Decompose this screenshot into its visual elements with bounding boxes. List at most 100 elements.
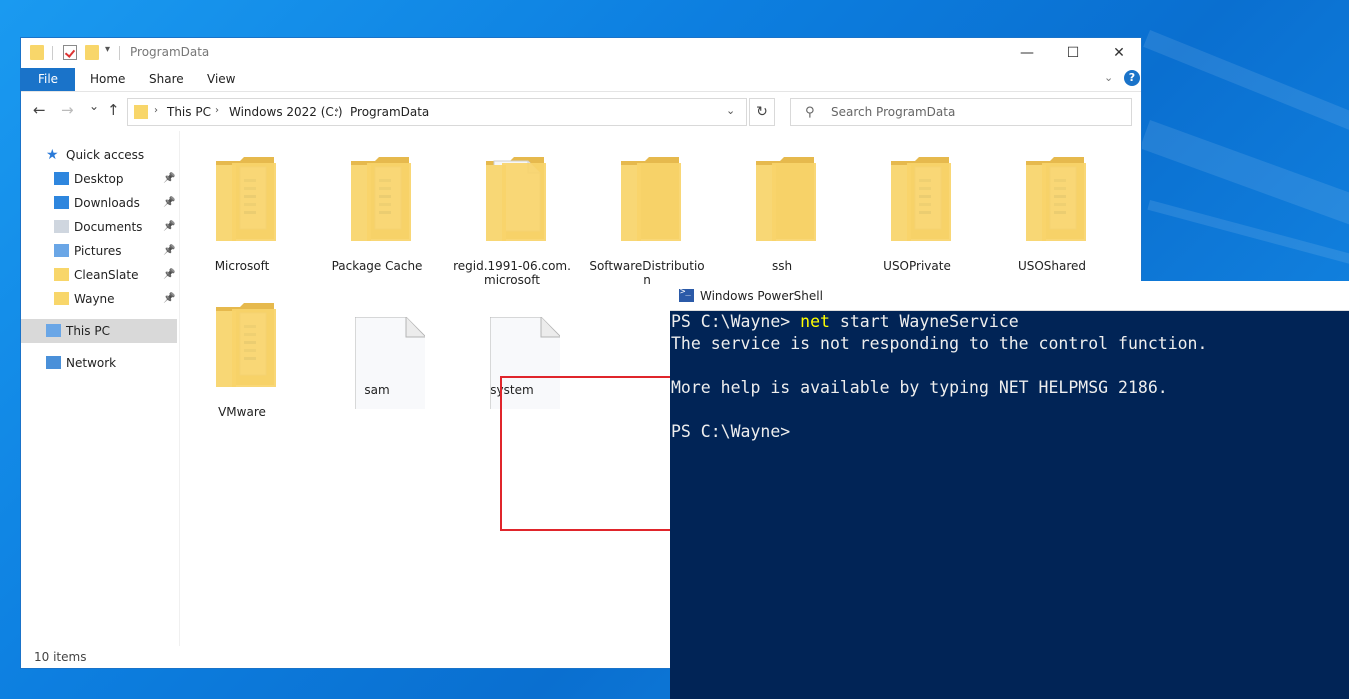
folder-icon: [754, 153, 824, 245]
sidebar-item-label: CleanSlate: [74, 268, 139, 282]
tab-view[interactable]: View: [207, 68, 235, 91]
folder-icon: [134, 105, 148, 119]
documents-icon: [54, 220, 69, 233]
sidebar-item-downloads[interactable]: Downloads 📌: [21, 191, 177, 215]
back-arrow-icon[interactable]: ←: [33, 101, 46, 119]
sidebar-item-documents[interactable]: Documents 📌: [21, 215, 177, 239]
command-name: net: [800, 312, 830, 331]
sidebar-item-pictures[interactable]: Pictures 📌: [21, 239, 177, 263]
console-prompt-line: PS C:\Wayne>: [671, 422, 791, 441]
folder-item[interactable]: USOShared: [986, 131, 1118, 273]
item-label: USOShared: [1017, 259, 1087, 273]
search-icon: ⚲: [805, 105, 815, 120]
window-title: ProgramData: [130, 45, 210, 59]
folder-icon: [54, 292, 69, 305]
sidebar-item-cleanslate[interactable]: CleanSlate 📌: [21, 263, 177, 287]
folder-item[interactable]: Package Cache: [311, 131, 443, 273]
refresh-button[interactable]: ↻: [749, 98, 775, 126]
sidebar-item-network[interactable]: Network: [21, 351, 177, 375]
star-icon: ★: [46, 147, 59, 163]
prompt: PS C:\Wayne>: [671, 312, 801, 331]
folder-item[interactable]: SoftwareDistributio n: [581, 131, 713, 287]
folder-item[interactable]: Microsoft: [176, 131, 308, 273]
sidebar-item-desktop[interactable]: Desktop 📌: [21, 167, 177, 191]
new-folder-icon[interactable]: [85, 45, 99, 60]
address-bar[interactable]: › This PC › Windows 2022 (C:) › ProgramD…: [127, 98, 747, 126]
minimize-button[interactable]: —: [1004, 38, 1050, 68]
sidebar-item-quick-access[interactable]: ★ Quick access: [21, 143, 177, 167]
powershell-window: Windows PowerShell PS C:\Wayne> net star…: [670, 281, 1349, 699]
pictures-icon: [54, 244, 69, 257]
search-input[interactable]: Search ProgramData: [831, 105, 955, 119]
tab-home[interactable]: Home: [90, 68, 125, 91]
sidebar-item-this-pc[interactable]: This PC: [21, 319, 177, 343]
breadcrumb-drive[interactable]: Windows 2022 (C:): [229, 105, 343, 119]
sidebar-item-wayne[interactable]: Wayne 📌: [21, 287, 177, 311]
breadcrumb-programdata[interactable]: ProgramData: [350, 105, 429, 119]
search-box[interactable]: ⚲ Search ProgramData: [790, 98, 1132, 126]
folder-icon: [54, 268, 69, 281]
pin-icon: 📌: [163, 269, 176, 280]
pin-icon: 📌: [163, 197, 176, 208]
item-count: 10 items: [34, 650, 87, 664]
download-icon: [54, 196, 69, 209]
properties-icon[interactable]: [63, 45, 77, 60]
sidebar-item-label: Documents: [74, 220, 143, 234]
sidebar-item-label: Wayne: [74, 292, 115, 306]
folder-icon: [30, 45, 44, 60]
network-icon: [46, 356, 61, 369]
tab-share[interactable]: Share: [149, 68, 184, 91]
console-line-1: PS C:\Wayne> net start WayneService: [671, 311, 1349, 333]
powershell-icon: [679, 287, 694, 302]
folder-icon: [484, 153, 554, 245]
item-label: ssh: [771, 259, 793, 273]
forward-arrow-icon[interactable]: →: [61, 101, 74, 119]
powershell-titlebar: Windows PowerShell: [670, 281, 1349, 311]
ribbon-tabs: File Home Share View ⌄ ?: [21, 68, 1141, 91]
breadcrumb-separator[interactable]: ›: [215, 105, 219, 116]
file-icon: [354, 316, 427, 415]
folder-icon: [214, 299, 284, 391]
folder-icon: [1024, 153, 1094, 245]
folder-item[interactable]: regid.1991-06.com. microsoft: [446, 131, 578, 287]
item-label: sam: [364, 383, 390, 397]
breadcrumb-separator[interactable]: ›: [335, 105, 339, 116]
explorer-titlebar: ▾ ProgramData — ☐ ✕: [21, 38, 1141, 68]
item-label: Package Cache: [331, 259, 423, 273]
navigation-bar: ← → ⌄ ↑ › This PC › Windows 2022 (C:) › …: [21, 91, 1141, 132]
help-icon[interactable]: ?: [1124, 70, 1140, 86]
file-tab[interactable]: File: [21, 68, 75, 91]
breadcrumb-separator: ›: [154, 105, 158, 116]
powershell-title: Windows PowerShell: [700, 289, 823, 303]
sidebar-item-label: Desktop: [74, 172, 124, 186]
maximize-button[interactable]: ☐: [1050, 38, 1096, 68]
breadcrumb-this-pc[interactable]: This PC: [167, 105, 211, 119]
wallpaper-ray: [1139, 120, 1349, 238]
folder-item[interactable]: ssh: [716, 131, 848, 273]
folder-item[interactable]: VMware: [176, 277, 308, 419]
folder-item[interactable]: USOPrivate: [851, 131, 983, 273]
sidebar-item-label: Pictures: [74, 244, 122, 258]
navigation-pane: ★ Quick access Desktop 📌 Downloads 📌 Documents…: [21, 131, 179, 651]
divider: [119, 46, 120, 60]
sidebar-item-label: Quick access: [66, 148, 145, 162]
close-button[interactable]: ✕: [1096, 38, 1142, 68]
address-dropdown-icon[interactable]: ⌄: [726, 104, 735, 117]
pin-icon: 📌: [163, 173, 176, 184]
up-arrow-icon[interactable]: ↑: [107, 101, 120, 119]
folder-icon: [214, 153, 284, 245]
item-label: USOPrivate: [883, 259, 951, 273]
file-item[interactable]: sam: [311, 277, 443, 417]
sidebar-item-label: Downloads: [74, 196, 140, 210]
folder-icon: [889, 153, 959, 245]
pin-icon: 📌: [163, 221, 176, 232]
expand-ribbon-icon[interactable]: ⌄: [1104, 71, 1113, 84]
console-output[interactable]: PS C:\Wayne> net start WayneService The s…: [670, 311, 1349, 699]
customize-quick-access-icon[interactable]: ▾: [105, 44, 110, 55]
folder-icon: [349, 153, 419, 245]
recent-locations-icon[interactable]: ⌄: [89, 99, 99, 113]
folder-icon: [619, 153, 689, 245]
sidebar-item-label: This PC: [66, 324, 110, 338]
